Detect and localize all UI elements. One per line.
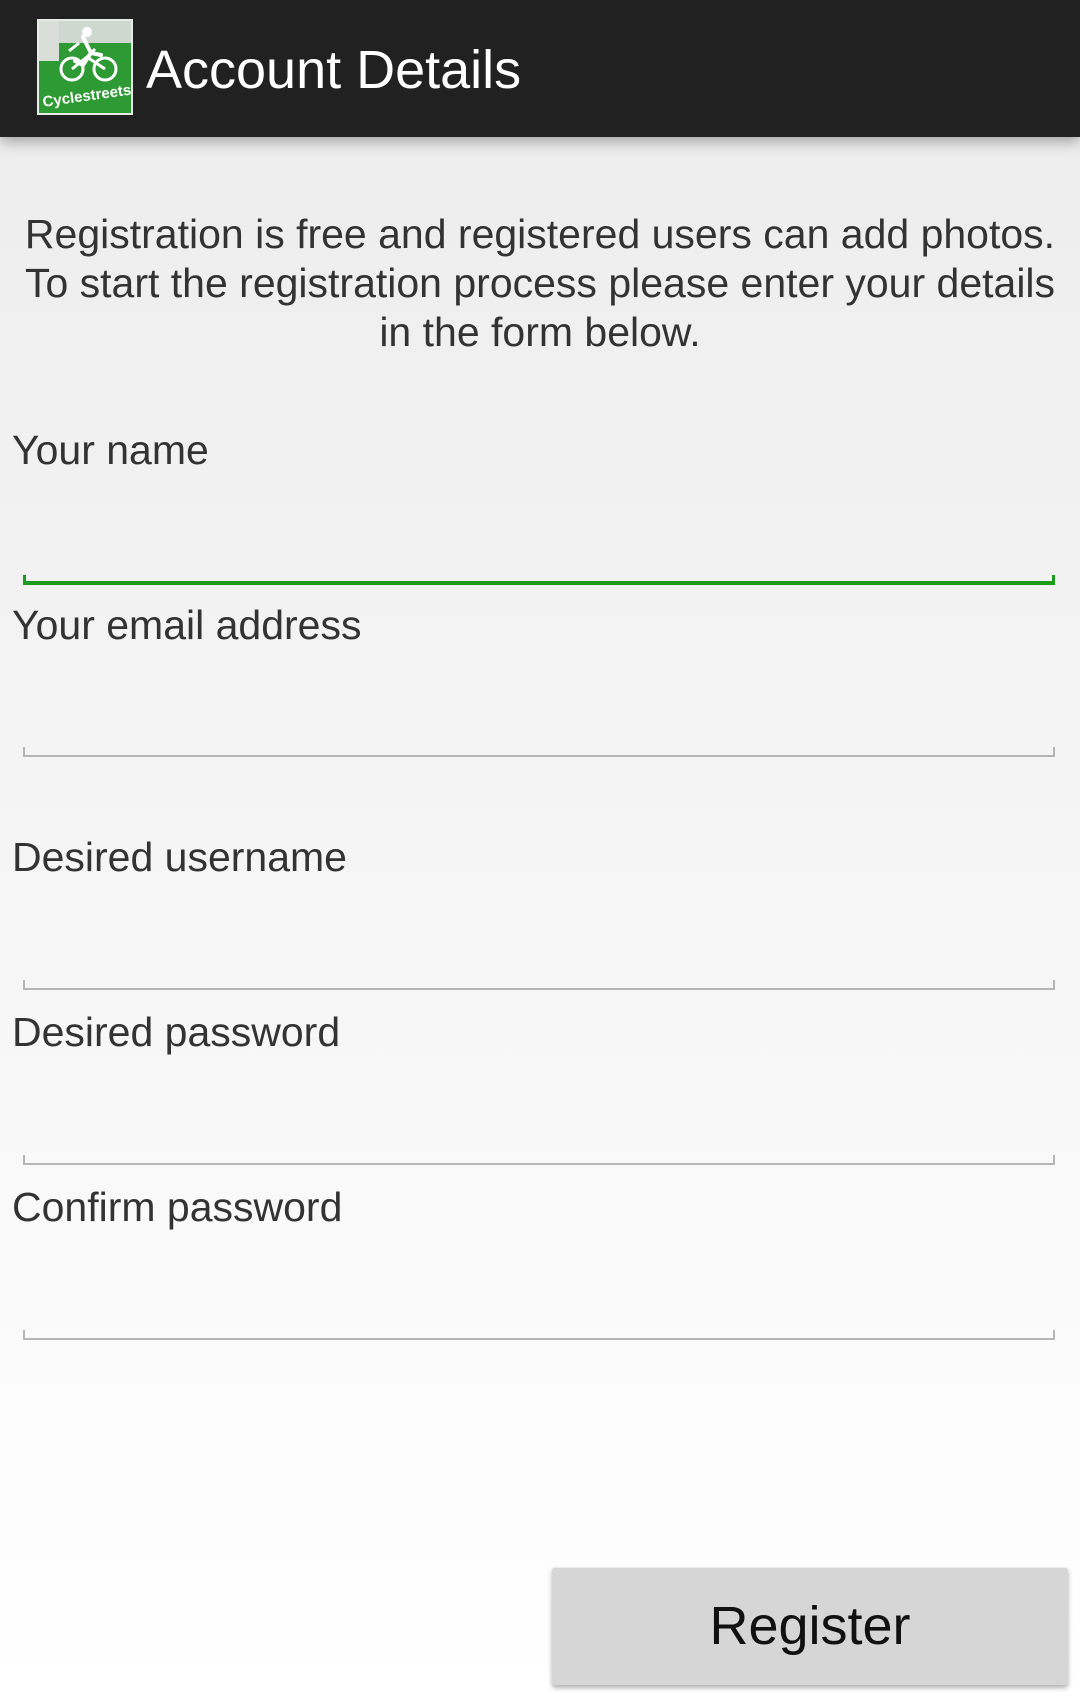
- email-field[interactable]: [23, 676, 1057, 748]
- name-field-underline: [23, 575, 1055, 585]
- cyclestreets-app-icon[interactable]: Cyclestreets: [37, 19, 133, 115]
- password-field-underline: [23, 1155, 1055, 1165]
- name-field[interactable]: [23, 502, 1057, 574]
- username-label: Desired username: [12, 834, 347, 880]
- email-label: Your email address: [12, 602, 362, 648]
- username-field-underline: [23, 980, 1055, 990]
- email-field-underline: [23, 747, 1055, 757]
- password-label: Desired password: [12, 1009, 341, 1055]
- name-label: Your name: [12, 427, 209, 473]
- confirm-password-label: Confirm password: [12, 1184, 343, 1230]
- confirm-password-field-underline: [23, 1330, 1055, 1340]
- app-bar: Cyclestreets Account Details: [0, 0, 1080, 137]
- register-button[interactable]: Register: [552, 1567, 1068, 1685]
- username-field[interactable]: [23, 908, 1057, 980]
- password-field[interactable]: [23, 1083, 1057, 1155]
- registration-intro-text: Registration is free and registered user…: [24, 211, 1056, 355]
- page-title: Account Details: [146, 40, 522, 100]
- confirm-password-field[interactable]: [23, 1258, 1057, 1330]
- cyclist-logo-icon: Cyclestreets: [39, 21, 131, 113]
